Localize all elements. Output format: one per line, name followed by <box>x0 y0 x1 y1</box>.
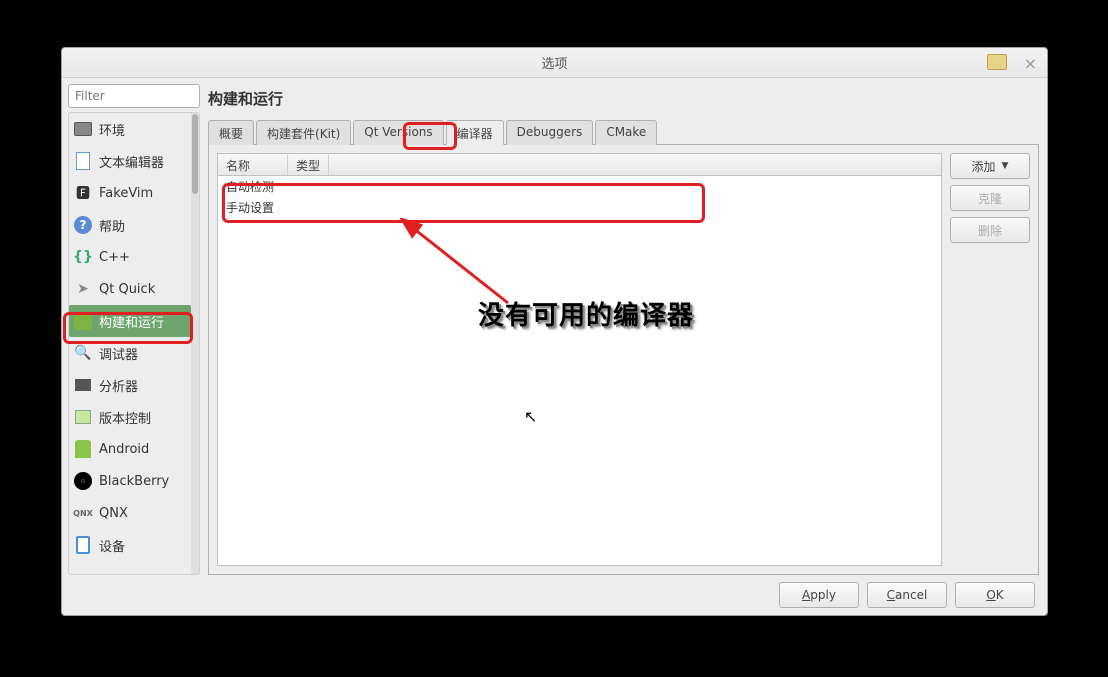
cancel-button[interactable]: Cancel <box>867 582 947 608</box>
sidebar-item-blackberry[interactable]: ⁘ BlackBerry <box>69 465 191 497</box>
ok-button[interactable]: OK <box>955 582 1035 608</box>
sidebar-item-label: FakeVim <box>99 186 153 201</box>
sidebar-item-label: 调试器 <box>99 344 138 363</box>
compilers-tree[interactable]: 名称 类型 自动检测 手动设置 <box>217 153 942 566</box>
column-name[interactable]: 名称 <box>218 154 288 175</box>
folder-icon <box>987 54 1007 70</box>
sidebar-item-label: 设备 <box>99 536 125 555</box>
sidebar-column: 环境 文本编辑器 🅵 FakeVim ? 帮助 {} C++ ➤ Qt Quick 构建… <box>68 84 200 575</box>
tab-cmake[interactable]: CMake <box>595 120 657 145</box>
sidebar: 环境 文本编辑器 🅵 FakeVim ? 帮助 {} C++ ➤ Qt Quick 构建… <box>68 112 200 575</box>
filter-input[interactable] <box>68 84 200 108</box>
arrow-icon: ➤ <box>73 279 93 299</box>
options-dialog: 选项 × 环境 文本编辑器 🅵 FakeVim ? 帮助 {} C++ ➤ Qt Qui… <box>61 47 1048 616</box>
sidebar-item-label: C++ <box>99 250 130 265</box>
sidebar-item-texteditor[interactable]: 文本编辑器 <box>69 145 191 177</box>
qt-icon <box>73 311 93 331</box>
side-buttons: 添加▼ 克隆 删除 <box>950 153 1030 566</box>
sidebar-item-label: 帮助 <box>99 216 125 235</box>
qnx-icon: QNX <box>73 503 93 523</box>
sidebar-item-label: Qt Quick <box>99 282 155 297</box>
grid-icon <box>73 375 93 395</box>
sidebar-item-debugger[interactable]: 🔍 调试器 <box>69 337 191 369</box>
clone-button[interactable]: 克隆 <box>950 185 1030 211</box>
tab-content: 名称 类型 自动检测 手动设置 添加▼ 克隆 删除 <box>208 145 1039 575</box>
dialog-footer: Apply Cancel OK <box>62 575 1047 615</box>
sidebar-item-label: 构建和运行 <box>99 312 164 331</box>
tree-header: 名称 类型 <box>218 154 941 176</box>
close-icon[interactable]: × <box>1024 54 1037 73</box>
sidebar-item-help[interactable]: ? 帮助 <box>69 209 191 241</box>
apply-button[interactable]: Apply <box>779 582 859 608</box>
sidebar-item-analyzer[interactable]: 分析器 <box>69 369 191 401</box>
dialog-body: 环境 文本编辑器 🅵 FakeVim ? 帮助 {} C++ ➤ Qt Quick 构建… <box>62 78 1047 575</box>
document-icon <box>73 151 93 171</box>
window-title: 选项 <box>541 53 567 72</box>
tree-row-manual[interactable]: 手动设置 <box>218 197 941 218</box>
add-button[interactable]: 添加▼ <box>950 153 1030 179</box>
tab-overview[interactable]: 概要 <box>208 120 254 145</box>
page-title: 构建和运行 <box>208 84 1039 119</box>
sidebar-item-label: BlackBerry <box>99 474 169 489</box>
tree-body: 自动检测 手动设置 <box>218 176 941 565</box>
sidebar-item-qtquick[interactable]: ➤ Qt Quick <box>69 273 191 305</box>
chevron-down-icon: ▼ <box>1002 161 1009 171</box>
tab-debuggers[interactable]: Debuggers <box>506 120 594 145</box>
sidebar-item-label: 文本编辑器 <box>99 152 164 171</box>
delete-button[interactable]: 删除 <box>950 217 1030 243</box>
sidebar-item-label: 环境 <box>99 120 125 139</box>
sidebar-item-label: 版本控制 <box>99 408 151 427</box>
sidebar-scrollbar[interactable] <box>191 113 199 574</box>
sidebar-item-fakevim[interactable]: 🅵 FakeVim <box>69 177 191 209</box>
tab-compilers[interactable]: 编译器 <box>446 120 504 145</box>
titlebar: 选项 × <box>62 48 1047 78</box>
tab-qtversions[interactable]: Qt Versions <box>353 120 443 145</box>
device-icon <box>73 535 93 555</box>
debugger-icon: 🔍 <box>73 343 93 363</box>
android-icon <box>73 439 93 459</box>
sidebar-item-devices[interactable]: 设备 <box>69 529 191 561</box>
sidebar-item-vcs[interactable]: 版本控制 <box>69 401 191 433</box>
sidebar-item-cpp[interactable]: {} C++ <box>69 241 191 273</box>
main-panel: 构建和运行 概要 构建套件(Kit) Qt Versions 编译器 Debug… <box>208 84 1039 575</box>
tab-bar: 概要 构建套件(Kit) Qt Versions 编译器 Debuggers C… <box>208 119 1039 145</box>
folder-icon <box>73 407 93 427</box>
braces-icon: {} <box>73 247 93 267</box>
sidebar-item-buildrun[interactable]: 构建和运行 <box>69 305 191 337</box>
sidebar-item-android[interactable]: Android <box>69 433 191 465</box>
sidebar-item-environment[interactable]: 环境 <box>69 113 191 145</box>
monitor-icon <box>73 119 93 139</box>
sidebar-item-label: QNX <box>99 506 128 521</box>
tree-row-autodetect[interactable]: 自动检测 <box>218 176 941 197</box>
tab-kits[interactable]: 构建套件(Kit) <box>256 120 351 145</box>
sidebar-item-label: Android <box>99 442 149 457</box>
sidebar-item-qnx[interactable]: QNX QNX <box>69 497 191 529</box>
blackberry-icon: ⁘ <box>73 471 93 491</box>
help-icon: ? <box>73 215 93 235</box>
fakevim-icon: 🅵 <box>73 183 93 203</box>
sidebar-item-label: 分析器 <box>99 376 138 395</box>
column-type[interactable]: 类型 <box>288 154 329 175</box>
